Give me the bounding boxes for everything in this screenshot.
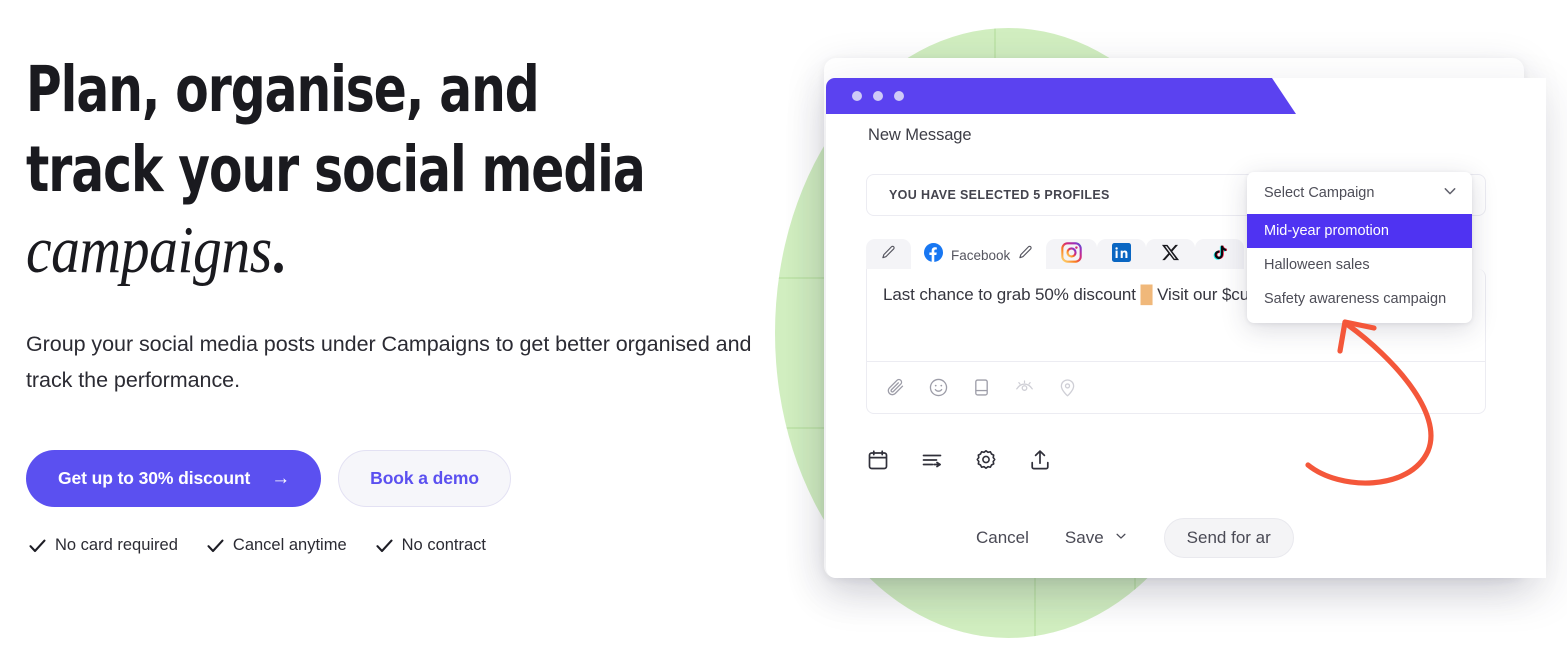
pencil-icon[interactable] bbox=[1018, 245, 1033, 265]
message-text-before: Last chance to grab 50% discount bbox=[883, 285, 1141, 304]
compose-app-window: New Message YOU HAVE SELECTED 5 PROFILES… bbox=[826, 78, 1546, 578]
perk-label: Cancel anytime bbox=[232, 536, 347, 554]
check-icon bbox=[29, 539, 46, 553]
tab-facebook-label: Facebook bbox=[951, 247, 1011, 263]
campaign-dropdown: Select Campaign Mid-year promotion Hallo… bbox=[1247, 172, 1472, 323]
campaign-dropdown-trigger[interactable]: Select Campaign bbox=[1247, 172, 1472, 214]
chevron-down-icon bbox=[1442, 183, 1458, 203]
campaign-option-mid-year[interactable]: Mid-year promotion bbox=[1247, 214, 1472, 248]
media-card-icon[interactable] bbox=[971, 377, 992, 398]
save-button[interactable]: Save bbox=[1065, 528, 1128, 548]
emoji-icon[interactable] bbox=[928, 377, 949, 398]
perks-list: No card required Cancel anytime No contr… bbox=[29, 536, 486, 555]
x-twitter-icon bbox=[1161, 243, 1180, 267]
message-emoji: █ bbox=[1140, 285, 1153, 304]
book-demo-button[interactable]: Book a demo bbox=[338, 450, 511, 507]
tiktok-icon bbox=[1210, 243, 1229, 267]
campaign-dropdown-placeholder: Select Campaign bbox=[1264, 185, 1375, 201]
dropdown-bottom-padding bbox=[1247, 316, 1472, 323]
headline-period: . bbox=[271, 216, 286, 286]
headline-line-2: track your social media bbox=[26, 133, 646, 206]
check-icon bbox=[207, 539, 224, 553]
get-discount-label: Get up to 30% discount bbox=[58, 468, 251, 488]
window-controls[interactable] bbox=[852, 91, 904, 101]
perk-item: No contract bbox=[376, 536, 486, 555]
page-title: Plan, organise, and track your social me… bbox=[26, 50, 766, 291]
save-label: Save bbox=[1064, 528, 1104, 547]
cancel-button[interactable]: Cancel bbox=[976, 528, 1029, 548]
linkedin-icon bbox=[1112, 243, 1132, 267]
perk-label: No card required bbox=[55, 536, 178, 554]
hero-illustration-column: New Message YOU HAVE SELECTED 5 PROFILES… bbox=[760, 0, 1567, 659]
hero-subtitle: Group your social media posts under Camp… bbox=[26, 332, 752, 392]
send-for-approval-button[interactable]: Send for ar bbox=[1163, 518, 1294, 558]
window-close-dot[interactable] bbox=[852, 91, 862, 101]
tab-edit-all[interactable] bbox=[866, 239, 911, 271]
window-titlebar bbox=[826, 78, 1296, 114]
hero-section: Plan, organise, and track your social me… bbox=[0, 0, 1567, 659]
get-discount-button[interactable]: Get up to 30% discount → bbox=[26, 450, 322, 507]
preview-eye-icon[interactable] bbox=[1014, 377, 1035, 398]
window-title: New Message bbox=[868, 126, 972, 144]
check-icon bbox=[376, 539, 393, 553]
settings-gear-icon[interactable] bbox=[974, 448, 998, 472]
dialog-footer: Cancel Save Send for ar bbox=[976, 518, 1294, 558]
tab-tiktok[interactable] bbox=[1195, 239, 1245, 271]
calendar-icon[interactable] bbox=[866, 448, 890, 472]
composer-toolbar bbox=[866, 362, 1486, 414]
chevron-down-icon bbox=[1114, 528, 1128, 548]
attachment-icon[interactable] bbox=[885, 377, 906, 398]
pencil-icon bbox=[881, 245, 896, 265]
upload-icon[interactable] bbox=[1028, 448, 1052, 472]
location-pin-icon[interactable] bbox=[1057, 377, 1078, 398]
headline-line-1: Plan, organise, and bbox=[26, 53, 540, 126]
window-maximize-dot[interactable] bbox=[894, 91, 904, 101]
campaign-option-safety[interactable]: Safety awareness campaign bbox=[1247, 282, 1472, 316]
campaign-option-halloween[interactable]: Halloween sales bbox=[1247, 248, 1472, 282]
tab-instagram[interactable] bbox=[1046, 239, 1098, 271]
instagram-icon bbox=[1061, 242, 1083, 268]
perk-item: No card required bbox=[29, 536, 178, 555]
hero-copy-column: Plan, organise, and track your social me… bbox=[26, 0, 766, 659]
window-minimize-dot[interactable] bbox=[873, 91, 883, 101]
perk-label: No contract bbox=[401, 536, 487, 554]
tab-linkedin[interactable] bbox=[1097, 239, 1147, 271]
arrow-right-icon: → bbox=[271, 468, 291, 489]
tab-x-twitter[interactable] bbox=[1146, 239, 1196, 271]
selected-profiles-label: YOU HAVE SELECTED 5 PROFILES bbox=[889, 188, 1110, 202]
facebook-icon bbox=[924, 243, 943, 267]
scheduling-actions bbox=[866, 448, 1052, 472]
tab-facebook[interactable]: Facebook bbox=[911, 239, 1047, 271]
queue-icon[interactable] bbox=[920, 448, 944, 472]
cta-row: Get up to 30% discount → Book a demo bbox=[26, 450, 511, 507]
perk-item: Cancel anytime bbox=[207, 536, 347, 555]
headline-emphasis: campaigns bbox=[26, 213, 272, 287]
channel-tabs: Facebook bbox=[866, 237, 1245, 271]
